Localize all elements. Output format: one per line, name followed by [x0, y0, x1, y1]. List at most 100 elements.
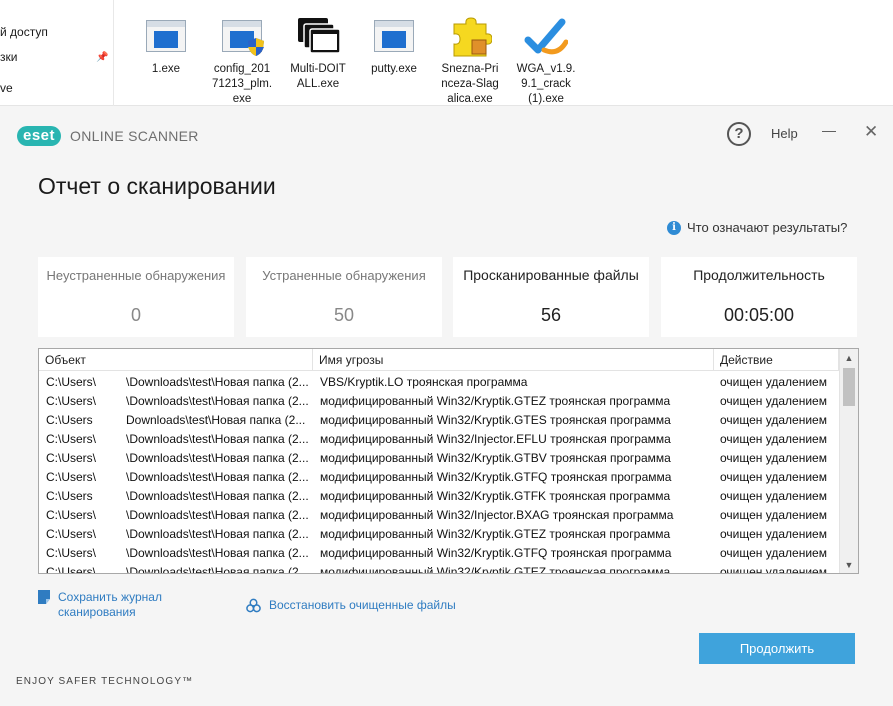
cell-action: очищен удалением — [720, 394, 827, 408]
cell-threat-name: модифицированный Win32/Kryptik.GTBV троя… — [320, 451, 671, 465]
cell-object-user: C:\Users\ — [46, 375, 97, 389]
file-item-multi-doitall[interactable]: Multi-DOIT ALL.exe — [281, 16, 355, 92]
nav-item-quick-access[interactable]: й доступ — [0, 25, 48, 39]
file-item-snezna[interactable]: Snezna-Pri nceza-Slag alica.exe — [433, 16, 507, 107]
close-button[interactable]: ✕ — [864, 122, 878, 142]
cell-threat-name: модифицированный Win32/Kryptik.GTEZ троя… — [320, 527, 671, 541]
table-row[interactable]: C:\Users\ \Downloads\test\Новая папка (2.… — [39, 525, 839, 544]
cell-threat-name: VBS/Kryptik.LO троянская программа — [320, 375, 528, 389]
cell-object-user: C:\Users\ — [46, 451, 97, 465]
stat-value: 56 — [540, 305, 562, 325]
cell-action: очищен удалением — [720, 413, 827, 427]
file-item-putty[interactable]: putty.exe — [357, 16, 431, 77]
stat-card-duration: Продолжительность 00:05:00 — [661, 257, 857, 337]
table-row[interactable]: C:\Users \Downloads\test\Новая папка (2..… — [39, 487, 839, 506]
table-row[interactable]: C:\Users\ \Downloads\test\Новая папка (2.… — [39, 563, 839, 574]
results-info-link[interactable]: i Что означают результаты? — [667, 220, 847, 235]
checkmark-icon — [524, 16, 568, 56]
cell-object-path: \Downloads\test\Новая папка (2... — [126, 470, 309, 484]
stat-label: Неустраненные обнаружения — [46, 268, 226, 283]
cell-object-user: C:\Users\ — [46, 432, 97, 446]
nav-item-downloads[interactable]: зки — [0, 50, 17, 64]
exe-window-icon — [372, 16, 416, 56]
footer-tagline: ENJOY SAFER TECHNOLOGY™ — [16, 676, 194, 687]
file-item-config[interactable]: config_201 71213_plm. exe — [205, 16, 279, 107]
eset-scanner-window: eset ONLINE SCANNER ? Help — ✕ Отчет о с… — [0, 106, 893, 706]
stat-value: 0 — [130, 305, 141, 325]
table-row[interactable]: C:\Users\ \Downloads\test\Новая папка (2.… — [39, 506, 839, 525]
cell-threat-name: модифицированный Win32/Kryptik.GTES троя… — [320, 413, 671, 427]
page-title: Отчет о сканировании — [38, 173, 276, 199]
logo-badge: eset — [17, 126, 62, 146]
cell-threat-name: модифицированный Win32/Kryptik.GTFQ троя… — [320, 470, 672, 484]
cell-object-user: C:\Users\ — [46, 470, 97, 484]
file-item-wga-crack[interactable]: WGA_v1.9. 9.1_crack (1).exe — [509, 16, 583, 107]
stat-card-unresolved: Неустраненные обнаружения 0 — [38, 257, 234, 337]
stat-value: 00:05:00 — [723, 305, 795, 325]
puzzle-icon — [448, 16, 492, 57]
logo-text: ONLINE SCANNER — [70, 128, 199, 144]
restore-files-link[interactable]: Восстановить очищенные файлы — [246, 598, 456, 613]
column-header-action[interactable]: Действие — [714, 349, 839, 371]
file-name-line: WGA_v1.9. — [516, 63, 576, 75]
save-log-link[interactable]: Сохранить журнал сканирования — [38, 590, 162, 620]
table-row[interactable]: C:\Users Downloads\test\Новая папка (2...… — [39, 411, 839, 430]
document-icon — [38, 590, 50, 604]
save-log-label-line1: Сохранить журнал — [58, 590, 162, 604]
cell-object-user: C:\Users\ — [46, 527, 97, 541]
file-item-1-exe[interactable]: 1.exe — [129, 16, 203, 77]
cell-action: очищен удалением — [720, 432, 827, 446]
cell-object-path: \Downloads\test\Новая папка (2... — [126, 508, 309, 522]
scrollbar-thumb[interactable] — [843, 368, 855, 406]
cell-object-path: \Downloads\test\Новая папка (2... — [126, 489, 309, 503]
stat-card-scanned-files: Просканированные файлы 56 — [453, 257, 649, 337]
detections-table[interactable]: Объект Имя угрозы Действие C:\Users\ \Dow… — [38, 348, 859, 574]
cell-object-user: C:\Users\ — [46, 546, 97, 560]
file-name-line: (1).exe — [528, 93, 564, 105]
table-row[interactable]: C:\Users\ \Downloads\test\Новая папка (2.… — [39, 373, 839, 392]
cell-action: очищен удалением — [720, 508, 827, 522]
table-row[interactable]: C:\Users\ \Downloads\test\Новая папка (2.… — [39, 449, 839, 468]
cell-threat-name: модифицированный Win32/Injector.BXAG тро… — [320, 508, 674, 522]
biohazard-icon — [246, 598, 261, 613]
table-row[interactable]: C:\Users\ \Downloads\test\Новая папка (2.… — [39, 392, 839, 411]
cell-threat-name: модифицированный Win32/Kryptik.GTFQ троя… — [320, 546, 672, 560]
minimize-button[interactable]: — — [822, 122, 836, 138]
stat-label: Продолжительность — [693, 267, 825, 283]
cell-object-path: \Downloads\test\Новая папка (2... — [126, 394, 309, 408]
column-header-threat[interactable]: Имя угрозы — [313, 349, 714, 371]
cell-object-user: C:\Users\ — [46, 565, 97, 574]
file-name-line: alica.exe — [447, 93, 493, 105]
file-name: 1.exe — [151, 63, 181, 75]
file-name: putty.exe — [371, 63, 417, 75]
cell-action: очищен удалением — [720, 546, 827, 560]
file-name-line: Snezna-Pri — [441, 63, 499, 75]
column-header-object[interactable]: Объект — [39, 349, 313, 371]
stat-value: 50 — [333, 305, 355, 325]
help-link[interactable]: Help — [771, 126, 798, 141]
file-name-line: ALL.exe — [296, 78, 340, 90]
cell-action: очищен удалением — [720, 375, 827, 389]
scroll-down-icon[interactable]: ▼ — [840, 560, 858, 570]
cell-action: очищен удалением — [720, 489, 827, 503]
help-icon[interactable]: ? — [727, 122, 751, 146]
save-log-label-line2: сканирования — [58, 605, 136, 619]
results-info-label: Что означают результаты? — [687, 220, 848, 235]
cell-object-path: \Downloads\test\Новая папка (2... — [126, 565, 309, 574]
table-row[interactable]: C:\Users\ \Downloads\test\Новая папка (2.… — [39, 544, 839, 563]
cell-action: очищен удалением — [720, 565, 827, 574]
cell-object-path: Downloads\test\Новая папка (2... — [126, 413, 306, 427]
cell-threat-name: модифицированный Win32/Injector.EFLU тро… — [320, 432, 671, 446]
stat-card-resolved: Устраненные обнаружения 50 — [246, 257, 442, 337]
cell-threat-name: модифицированный Win32/Kryptik.GTFK троя… — [320, 489, 671, 503]
cell-object-path: \Downloads\test\Новая папка (2... — [126, 546, 309, 560]
table-header: Объект Имя угрозы Действие — [39, 349, 839, 371]
continue-button[interactable]: Продолжить — [699, 633, 855, 664]
cell-object-path: \Downloads\test\Новая папка (2... — [126, 527, 309, 541]
scroll-up-icon[interactable]: ▲ — [840, 353, 858, 363]
table-row[interactable]: C:\Users\ \Downloads\test\Новая папка (2.… — [39, 430, 839, 449]
cell-object-user: C:\Users — [46, 413, 93, 427]
nav-item-drive[interactable]: ve — [0, 81, 13, 95]
table-row[interactable]: C:\Users\ \Downloads\test\Новая папка (2.… — [39, 468, 839, 487]
table-scrollbar[interactable]: ▲ ▼ — [839, 349, 858, 573]
